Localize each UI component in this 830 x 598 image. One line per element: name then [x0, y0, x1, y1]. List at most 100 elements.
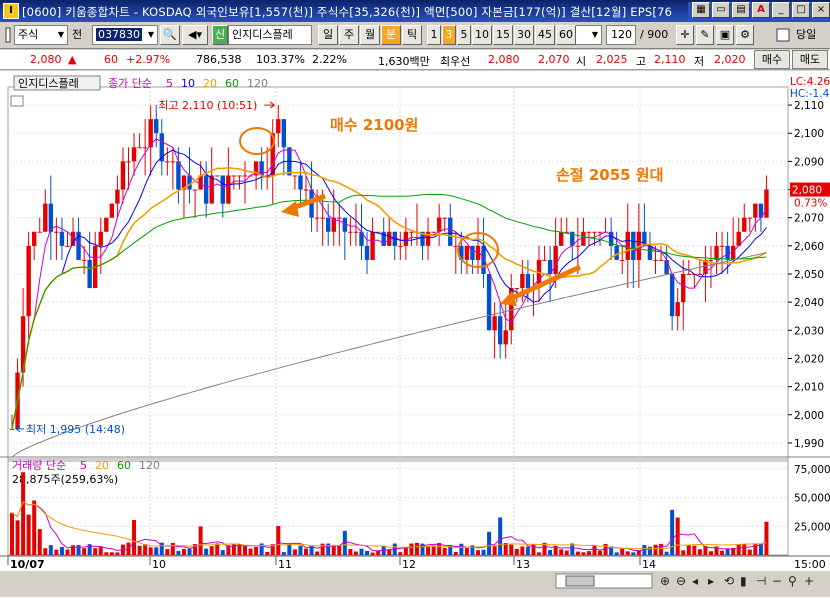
- candle-body: [259, 161, 264, 176]
- volume-bar: [43, 548, 48, 555]
- minus-icon[interactable]: −: [772, 574, 782, 588]
- x-axis-label: 10: [152, 558, 166, 571]
- candle-body: [320, 217, 325, 219]
- low-label: 저: [694, 55, 705, 68]
- pan-left-icon[interactable]: ◂: [692, 574, 698, 588]
- candle-body: [87, 259, 92, 289]
- interval-button[interactable]: 15: [493, 25, 513, 45]
- volume-bar: [592, 545, 597, 555]
- candle-body: [342, 217, 348, 232]
- candle-body: [620, 259, 625, 261]
- gear-icon[interactable]: ⚙: [736, 25, 754, 45]
- price-volume-chart[interactable]: 2,110 2,100 2,090 2,080 2,070 2,060 2,050 2,040…: [0, 71, 830, 598]
- volume-bar: [692, 545, 697, 555]
- save-icon[interactable]: ▣: [716, 25, 734, 45]
- volume-bar: [498, 517, 503, 555]
- volume-tick-label: 25,000: [794, 521, 830, 533]
- plus-icon[interactable]: +: [804, 574, 814, 588]
- period-button[interactable]: 주: [339, 25, 359, 45]
- chart-settings-icon[interactable]: ▤: [732, 2, 750, 18]
- count-input[interactable]: 120: [606, 25, 636, 45]
- volume-bar: [220, 550, 225, 555]
- volume-bar: [365, 550, 370, 555]
- volume-bar: [337, 545, 342, 555]
- crosshair-icon[interactable]: ✛: [676, 25, 694, 45]
- candle-body: [81, 259, 87, 261]
- fit-icon[interactable]: ▮: [740, 574, 747, 588]
- period-button[interactable]: 분: [381, 25, 401, 45]
- volume-bar: [398, 552, 403, 555]
- market-type-select[interactable]: 주식 ▼: [14, 25, 68, 45]
- same-day-checkbox[interactable]: [776, 25, 790, 45]
- period-button[interactable]: 월: [360, 25, 380, 45]
- price-tick-label: 2,070: [794, 213, 824, 225]
- volume-bar: [586, 551, 591, 555]
- ma-legend-item: 20: [203, 77, 217, 90]
- candle-body: [614, 245, 619, 260]
- grid-icon[interactable]: ▦: [692, 2, 710, 18]
- interval-button[interactable]: 1: [427, 25, 441, 45]
- volume-bar: [276, 525, 281, 555]
- volume-bar: [514, 548, 519, 555]
- interval-button[interactable]: 45: [535, 25, 555, 45]
- maximize-icon[interactable]: □: [792, 2, 810, 18]
- close-icon[interactable]: ×: [812, 2, 830, 18]
- volume-bar: [292, 549, 297, 555]
- candle-body: [126, 161, 131, 163]
- volume-bar: [143, 544, 148, 555]
- interval-button[interactable]: 10: [472, 25, 492, 45]
- interval-button[interactable]: 3: [442, 25, 456, 45]
- candle-body: [215, 175, 220, 177]
- volume-bar: [204, 548, 209, 555]
- zoom-icon[interactable]: ⚲: [788, 574, 797, 588]
- sell-button[interactable]: 매수: [754, 50, 790, 69]
- x-axis-time-label: 15:00: [794, 558, 826, 571]
- interval-button[interactable]: 30: [514, 25, 534, 45]
- zoom-out-icon[interactable]: ⊖: [676, 574, 686, 588]
- ma20-line: [11, 166, 767, 429]
- interval-button[interactable]: 5: [457, 25, 471, 45]
- volume-bar: [708, 551, 713, 555]
- window-titlebar: I [0600] 키움종합차트 - KOSDAQ 외국인보유[1,557(천)]…: [0, 0, 830, 22]
- volume-bar: [87, 544, 92, 555]
- period-button[interactable]: 일: [318, 25, 338, 45]
- volume-bar: [670, 509, 675, 555]
- stock-code-input[interactable]: 037830 ▼: [92, 25, 158, 45]
- zoom-in-icon[interactable]: ⊕: [660, 574, 670, 588]
- chart-area[interactable]: 2,110 2,100 2,090 2,080 2,070 2,060 2,050 2,040…: [0, 71, 830, 598]
- volume-legend-item: 120: [139, 459, 160, 472]
- candle-body: [486, 274, 492, 331]
- pan-right-icon[interactable]: ▸: [708, 574, 714, 588]
- interval-button[interactable]: 60: [556, 25, 576, 45]
- volume-bar: [265, 551, 270, 555]
- candle-body: [203, 175, 209, 204]
- candle-body: [276, 119, 281, 134]
- speaker-icon[interactable]: ◀▾: [182, 25, 208, 45]
- candle-body: [575, 245, 581, 247]
- volume-bar: [242, 545, 247, 555]
- candle-body: [581, 231, 586, 246]
- volume-bar: [598, 550, 603, 555]
- restore-small-icon[interactable]: ▭: [712, 2, 730, 18]
- candle-body: [398, 245, 403, 247]
- search-icon[interactable]: 🔍: [160, 25, 180, 45]
- step-icon[interactable]: ⊣: [756, 574, 766, 588]
- reset-icon[interactable]: ⟲: [724, 574, 734, 588]
- x-axis-label: 12: [402, 558, 416, 571]
- volume-bar: [564, 550, 569, 555]
- volume-bar: [26, 514, 31, 555]
- minimize-icon[interactable]: _: [772, 2, 790, 18]
- open-label: 시: [576, 55, 587, 68]
- candle-body: [631, 231, 636, 260]
- candle-body: [120, 161, 126, 190]
- line-tool-icon[interactable]: ✎: [696, 25, 714, 45]
- candle-body: [109, 203, 115, 218]
- period-button[interactable]: 틱: [402, 25, 422, 45]
- pdf-icon[interactable]: A: [752, 2, 770, 18]
- candle-body: [669, 274, 675, 317]
- volume-bar: [559, 549, 564, 555]
- candle-body: [492, 316, 497, 331]
- buy-button[interactable]: 매도: [792, 50, 828, 69]
- candle-body: [525, 274, 531, 289]
- volume-bar: [525, 546, 530, 555]
